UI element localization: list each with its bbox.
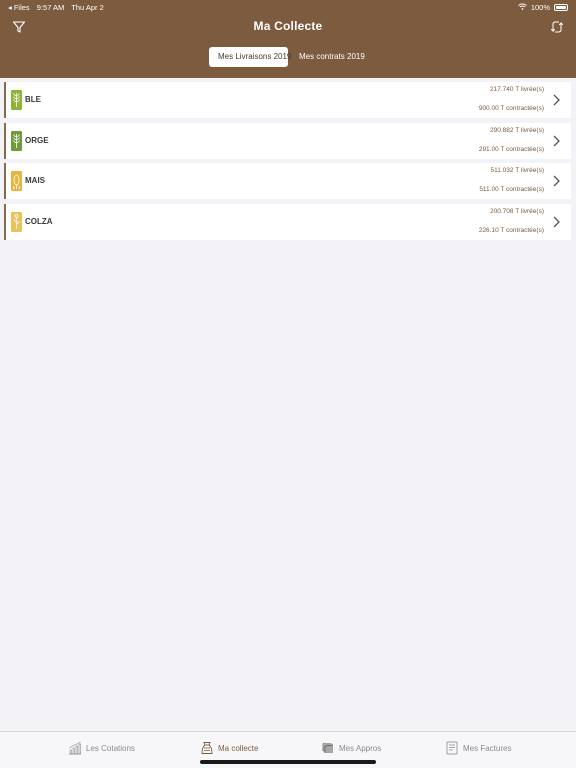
chart-icon <box>69 741 81 755</box>
delivered-quantity: 200.708 T livrée(s) <box>490 207 544 215</box>
corn-icon <box>11 171 22 191</box>
wifi-icon <box>517 3 527 12</box>
crop-row-colza[interactable]: COLZA 200.708 T livrée(s) 226.10 T contr… <box>4 203 571 240</box>
chevron-right-icon <box>553 175 560 187</box>
invoice-icon <box>446 741 458 755</box>
battery-icon <box>554 4 568 11</box>
contracted-quantity: 511.00 T contractée(s) <box>479 186 544 193</box>
contracted-quantity: 226.10 T contractée(s) <box>478 226 544 234</box>
crop-name: COLZA <box>25 216 53 226</box>
grain-sack-icon <box>201 742 213 754</box>
chevron-right-icon <box>553 135 560 146</box>
crop-row-mais[interactable]: MAIS 511.032 T livrée(s) 511.00 T contra… <box>4 163 571 199</box>
tab-collecte[interactable]: Ma collecte <box>200 740 258 756</box>
status-right: 100% <box>517 3 568 12</box>
crop-row-ble[interactable]: BLE 217.740 T livrée(s) 900.00 T contrac… <box>4 82 571 118</box>
rapeseed-icon <box>11 211 22 232</box>
segment-livraisons[interactable]: Mes Livraisons 2019 <box>209 47 291 67</box>
tab-label: Ma collecte <box>218 743 259 753</box>
home-indicator <box>200 760 376 764</box>
tab-label: Mes Appros <box>339 743 382 753</box>
chevron-right-icon <box>553 216 560 227</box>
tab-cotations[interactable]: Les Cotations <box>68 740 135 756</box>
back-to-app-link[interactable]: ◂ Files <box>8 3 30 12</box>
battery-percent: 100% <box>530 3 550 12</box>
tab-appros[interactable]: Mes Appros <box>321 740 381 756</box>
status-date: Thu Apr 2 <box>71 3 104 12</box>
segmented-control: Mes Livraisons 2019 Mes contrats 2019 <box>209 47 374 67</box>
contracted-quantity: 900.00 T contractée(s) <box>478 105 544 112</box>
wheat-icon <box>11 90 22 110</box>
crop-list: BLE 217.740 T livrée(s) 900.00 T contrac… <box>4 82 571 244</box>
status-bar: ◂ Files 9:57 AM Thu Apr 2 100% <box>0 0 576 13</box>
crop-name: MAIS <box>25 176 45 185</box>
tab-label: Les Cotations <box>86 743 135 753</box>
crop-name: ORGE <box>25 135 49 145</box>
delivered-quantity: 511.032 T livrée(s) <box>490 167 544 174</box>
tab-label: Mes Factures <box>463 743 512 753</box>
page-title: Ma Collecte <box>253 19 323 33</box>
crop-row-orge[interactable]: ORGE 290.882 T livrée(s) 291.00 T contra… <box>4 122 571 159</box>
chevron-right-icon <box>553 94 560 106</box>
barley-icon <box>11 130 22 151</box>
delivered-quantity: 217.740 T livrée(s) <box>490 86 544 93</box>
supplies-icon <box>322 742 334 753</box>
status-left: ◂ Files 9:57 AM Thu Apr 2 <box>8 3 109 12</box>
crop-name: BLE <box>25 95 41 104</box>
delivered-quantity: 290.882 T livrée(s) <box>490 126 544 134</box>
sync-icon[interactable] <box>550 20 564 34</box>
tab-factures[interactable]: Mes Factures <box>445 740 511 756</box>
status-time: 9:57 AM <box>36 3 65 12</box>
app-header: ◂ Files 9:57 AM Thu Apr 2 100% Ma Collec… <box>0 0 576 78</box>
contracted-quantity: 291.00 T contractée(s) <box>478 145 544 153</box>
segment-contrats[interactable]: Mes contrats 2019 <box>290 47 374 67</box>
